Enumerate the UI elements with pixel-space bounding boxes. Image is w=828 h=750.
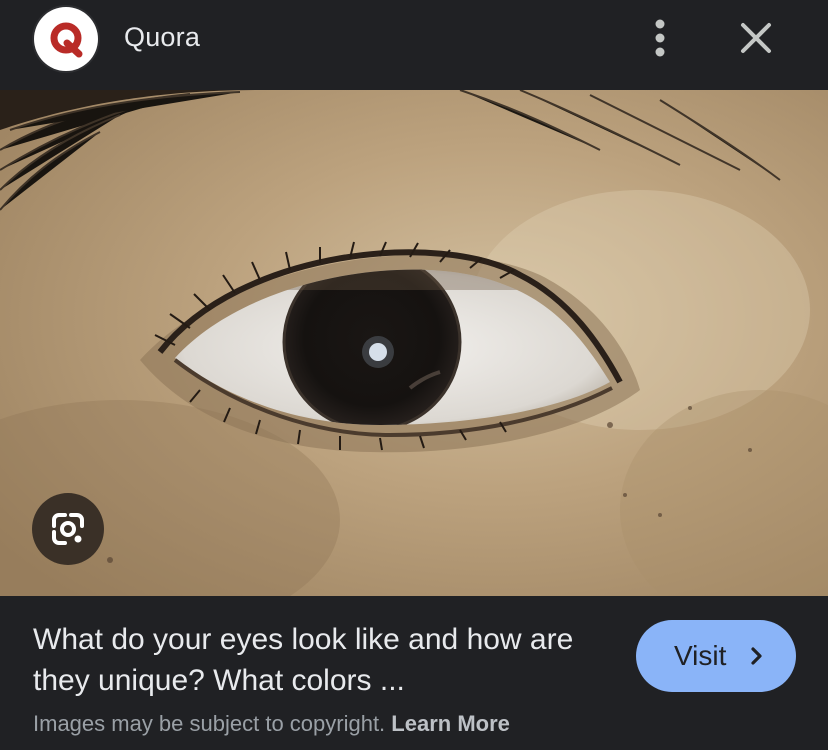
image-viewer: Quora What do your eyes look like and ho… — [0, 0, 828, 750]
site-name[interactable]: Quora — [124, 20, 200, 54]
eye-photo — [0, 90, 828, 596]
result-info: What do your eyes look like and how are … — [0, 596, 828, 750]
learn-more-link[interactable]: Learn More — [391, 711, 510, 736]
visit-label: Visit — [674, 640, 727, 671]
google-lens-icon — [52, 513, 84, 545]
viewer-header: Quora — [0, 0, 828, 90]
result-image[interactable] — [0, 90, 828, 596]
visit-button[interactable]: Visit — [636, 620, 796, 692]
close-icon — [741, 23, 771, 53]
close-button[interactable] — [732, 14, 780, 62]
copyright-notice: Images may be subject to copyright. Lear… — [33, 710, 510, 738]
google-lens-button[interactable] — [32, 493, 104, 565]
copyright-text: Images may be subject to copyright. — [33, 711, 386, 736]
quora-logo-icon[interactable] — [34, 7, 98, 71]
chevron-right-icon — [751, 647, 762, 665]
more-options-button[interactable] — [640, 14, 680, 62]
result-title[interactable]: What do your eyes look like and how are … — [33, 619, 613, 701]
more-vertical-icon — [655, 19, 665, 57]
